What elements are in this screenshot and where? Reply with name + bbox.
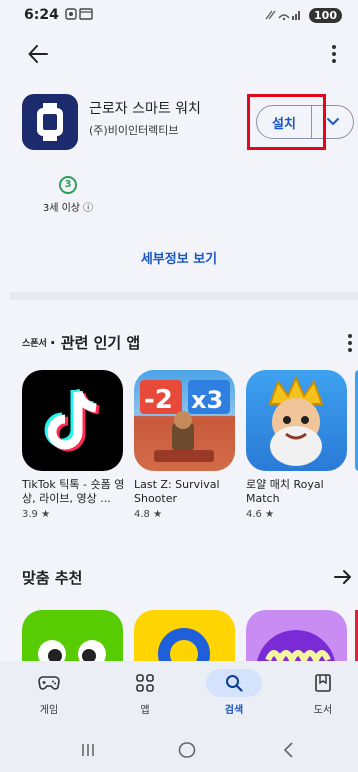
battery-indicator: 100 xyxy=(309,7,342,23)
nav-games-label: 게임 xyxy=(39,705,59,716)
details-link[interactable]: 세부정보 보기 xyxy=(0,248,358,267)
related-apps-header: 스폰서 · 관련 인기 앱 xyxy=(22,328,352,356)
recent-apps-button[interactable] xyxy=(80,742,96,762)
gamepad-icon xyxy=(21,669,77,697)
bookmark-book-icon xyxy=(295,669,351,697)
app-card-rating: 4.6 ★ xyxy=(246,509,275,520)
royal-king-icon xyxy=(268,375,324,466)
app-card-lastz[interactable]: -2 x3 Last Z: Survival Shooter 4.8 ★ xyxy=(134,370,242,520)
chevron-down-icon xyxy=(326,118,339,126)
nav-books-label: 도서 xyxy=(313,705,333,716)
apps-grid-icon xyxy=(117,669,173,697)
smartwatch-icon xyxy=(37,103,63,141)
status-time: 6:24 xyxy=(24,7,59,23)
bottom-navigation: 게임 앱 검색 도서 xyxy=(0,661,358,730)
related-more-button[interactable] xyxy=(348,334,352,352)
svg-text:-2: -2 xyxy=(144,385,173,415)
system-back-button[interactable] xyxy=(282,742,294,762)
chevron-left-icon xyxy=(283,742,293,758)
more-vert-icon xyxy=(348,334,352,352)
app-card-royalmatch[interactable]: 로얄 매치 Royal Match 4.6 ★ xyxy=(246,370,354,520)
related-apps-row: TikTok 틱톡 - 숏폼 영상, 라이브, 영상 ... 3.9 ★ -2 … xyxy=(0,370,358,530)
related-apps-title: · 관련 인기 앱 xyxy=(49,333,141,352)
app-icon xyxy=(22,94,78,150)
app-card-rating: 4.8 ★ xyxy=(134,509,163,520)
sponsor-label: 스폰서 xyxy=(22,338,47,349)
app-card-title: Last Z: Survival Shooter xyxy=(134,478,220,505)
lastz-app-icon: -2 x3 xyxy=(134,370,235,471)
nav-search-label: 검색 xyxy=(224,705,244,716)
search-icon xyxy=(206,669,262,697)
lastz-art-icon: -2 x3 xyxy=(140,380,230,462)
home-button[interactable] xyxy=(178,742,196,762)
app-developer[interactable]: (주)비이인터렉티브 xyxy=(89,122,179,138)
nav-games[interactable]: 게임 xyxy=(17,669,81,716)
home-circle-icon xyxy=(178,742,196,758)
recommended-title: 맞춤 추천 xyxy=(22,569,83,587)
system-navigation-bar xyxy=(0,730,358,772)
status-bar: 6:24 100 xyxy=(0,0,358,30)
app-card-tiktok[interactable]: TikTok 틱톡 - 숏폼 영상, 라이브, 영상 ... 3.9 ★ xyxy=(22,370,130,520)
section-divider xyxy=(10,292,358,300)
status-left: 6:24 xyxy=(24,7,95,23)
recents-icon xyxy=(82,744,94,756)
arrow-forward-icon xyxy=(334,570,351,584)
royalmatch-app-icon xyxy=(246,370,347,471)
back-button[interactable] xyxy=(24,40,52,68)
recommended-more-button[interactable] xyxy=(334,569,352,589)
more-options-button[interactable] xyxy=(320,40,348,68)
tiktok-app-icon xyxy=(22,370,123,471)
age-rating-badge: 3 xyxy=(59,176,77,194)
nav-apps[interactable]: 앱 xyxy=(113,669,177,716)
nav-search[interactable]: 검색 xyxy=(202,669,266,716)
top-app-bar xyxy=(0,36,358,72)
app-card-title: TikTok 틱톡 - 숏폼 영상, 라이브, 영상 ... xyxy=(22,478,125,505)
svg-text:x3: x3 xyxy=(191,386,223,414)
install-highlight-box xyxy=(247,94,326,150)
back-arrow-icon xyxy=(28,45,48,63)
more-vert-icon xyxy=(332,45,336,63)
content-rating: 3 3세 이상 ⓘ xyxy=(36,176,100,214)
signal-icon xyxy=(265,10,301,21)
notification-icon xyxy=(65,7,93,20)
app-card-rating: 3.9 ★ xyxy=(22,509,51,520)
status-right: 100 xyxy=(264,7,342,23)
app-name: 근로자 스마트 워치 xyxy=(89,101,201,117)
notification-icons xyxy=(65,7,95,23)
nav-apps-label: 앱 xyxy=(140,705,150,716)
recommended-header: 맞춤 추천 xyxy=(22,567,352,591)
app-card-title: 로얄 매치 Royal Match xyxy=(246,478,324,505)
nav-books[interactable]: 도서 xyxy=(291,669,355,716)
age-rating-label[interactable]: 3세 이상 ⓘ xyxy=(36,199,100,214)
tiktok-logo-icon xyxy=(44,388,100,452)
